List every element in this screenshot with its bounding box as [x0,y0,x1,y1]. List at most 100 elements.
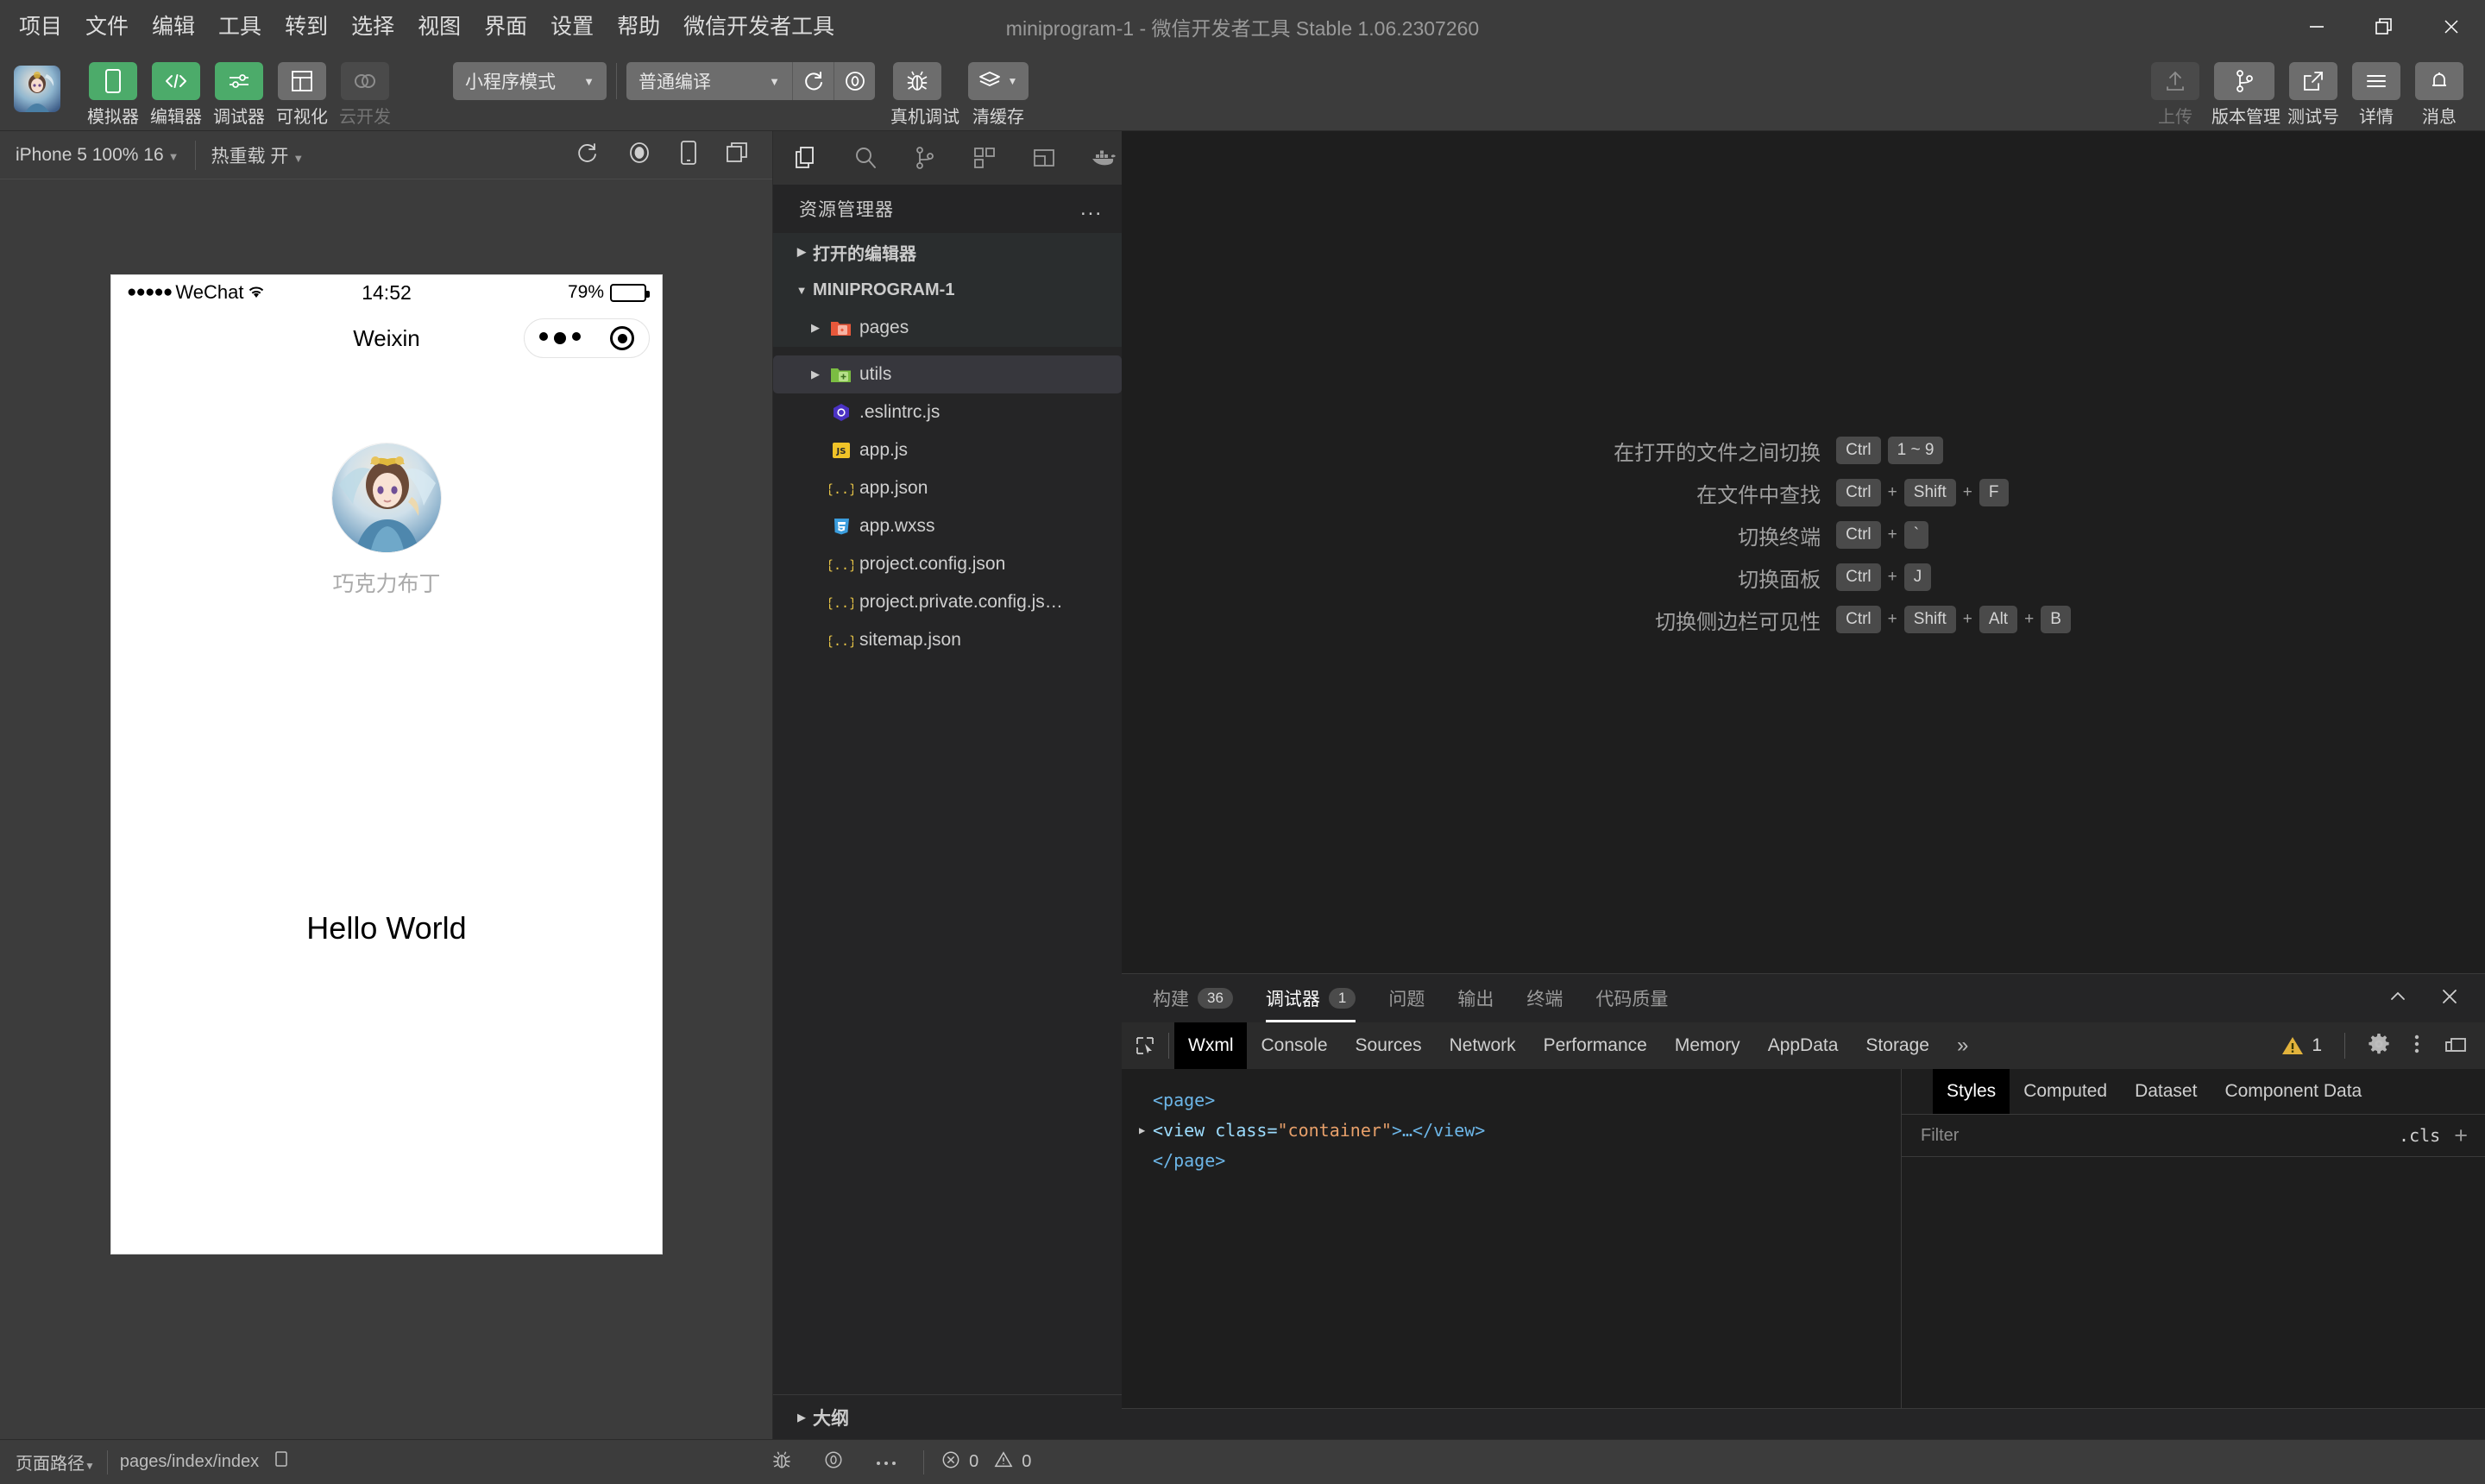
source-control-icon[interactable] [906,138,943,178]
devtools-tab-performance[interactable]: Performance [1530,1022,1661,1069]
target-icon[interactable] [610,326,634,350]
toolbar-realdevice-button[interactable]: 真机调试 [890,53,959,128]
styles-tab-computed[interactable]: Computed [2010,1069,2121,1114]
extensions-icon[interactable] [966,138,1003,178]
tree-item-pages[interactable]: ▶ pages [773,309,1122,347]
menu-item-devtools[interactable]: 微信开发者工具 [683,16,834,38]
more-dots-icon[interactable] [539,332,581,344]
device-select[interactable]: iPhone 5 100% 16 ▼ [0,145,195,166]
styles-tab-component-data[interactable]: Component Data [2211,1069,2375,1114]
toolbar-clearcache-button[interactable]: ▼ 清缓存 [966,53,1031,128]
menu-item-help[interactable]: 帮助 [617,16,660,38]
toolbar-testaccount-button[interactable]: 测试号 [2287,53,2340,128]
tab-terminal[interactable]: 终端 [1526,974,1563,1022]
dock-icon[interactable] [2444,1033,2468,1060]
tree-item-project-private-config[interactable]: {..} project.private.config.js… [773,583,1122,621]
close-button[interactable] [2418,0,2485,53]
tree-item-app-wxss[interactable]: app.wxss [773,507,1122,545]
toolbar-version-button[interactable]: 版本管理 [2211,53,2281,128]
search-icon[interactable] [846,138,884,178]
phone-capsule[interactable] [524,318,650,358]
rotate-icon[interactable] [576,141,600,169]
compile-select[interactable]: 普通编译 ▼ [626,62,792,100]
menu-item-tools[interactable]: 工具 [218,16,261,38]
split-icon[interactable] [726,141,750,169]
phone-user-avatar[interactable] [331,443,442,553]
toolbar-details-button[interactable]: 详情 [2350,53,2403,128]
menu-item-file[interactable]: 文件 [85,16,129,38]
kebab-menu-icon[interactable] [2413,1033,2421,1060]
toolbar-cloud-button[interactable]: 云开发 [338,53,392,128]
menu-item-interface[interactable]: 界面 [484,16,527,38]
chevron-up-icon[interactable] [2387,985,2409,1012]
chevron-right-icon[interactable]: ▶ [1139,1124,1153,1136]
toolbar-simulator-button[interactable]: 模拟器 [86,53,140,128]
compile-button[interactable] [792,62,834,100]
menu-item-project[interactable]: 项目 [19,16,62,38]
devtools-tab-memory[interactable]: Memory [1661,1022,1754,1069]
files-icon[interactable] [787,138,824,178]
menu-item-goto[interactable]: 转到 [285,16,328,38]
toolbar-message-button[interactable]: 消息 [2413,53,2466,128]
warning-indicator[interactable]: 1 [2281,1035,2322,1056]
bug-icon[interactable] [771,1449,792,1476]
status-diagnostics[interactable]: 0 0 [923,1449,1031,1475]
more-icon[interactable] [875,1452,897,1472]
minimize-button[interactable] [2283,0,2350,53]
tab-code-quality[interactable]: 代码质量 [1595,974,1668,1022]
debugger-header-controls [2387,985,2485,1012]
restore-button[interactable] [2350,0,2418,53]
toolbar-debugger-button[interactable]: 调试器 [212,53,266,128]
tab-output[interactable]: 输出 [1457,974,1494,1022]
tree-item-eslintrc[interactable]: .eslintrc.js [773,393,1122,431]
device-icon[interactable] [679,140,698,170]
styles-filter-input[interactable] [1902,1125,2386,1146]
menu-item-settings[interactable]: 设置 [550,16,594,38]
user-avatar[interactable] [14,66,60,112]
devtools-tab-appdata[interactable]: AppData [1754,1022,1853,1069]
add-style-rule-button[interactable]: + [2454,1123,2485,1148]
devtools-tab-sources[interactable]: Sources [1342,1022,1436,1069]
tree-item-sitemap[interactable]: {..} sitemap.json [773,621,1122,659]
page-path-select[interactable]: 页面路径▼ [16,1449,95,1475]
record-icon[interactable] [627,141,651,169]
styles-tab-dataset[interactable]: Dataset [2121,1069,2211,1114]
tree-section-open-editors[interactable]: ▶ 打开的编辑器 [773,233,1122,271]
outline-section[interactable]: ▶ 大纲 [773,1394,1122,1439]
devtools-tab-overflow[interactable]: » [1943,1022,1982,1069]
element-picker-icon[interactable] [1122,1034,1168,1057]
toolbar-upload-button[interactable]: 上传 [2148,53,2202,128]
tab-problems[interactable]: 问题 [1388,974,1425,1022]
tab-debugger[interactable]: 调试器 1 [1265,974,1356,1022]
hotreload-select[interactable]: 热重载 开 ▼ [196,142,320,168]
devtools-tab-storage[interactable]: Storage [1852,1022,1943,1069]
docker-icon[interactable] [1085,138,1122,178]
menu-item-select[interactable]: 选择 [351,16,394,38]
wxml-line[interactable]: ▶ <view class= "container" >…</view> [1139,1115,1901,1145]
tree-item-project-config[interactable]: {..} project.config.json [773,545,1122,583]
devtools-tab-console[interactable]: Console [1247,1022,1341,1069]
preview-icon[interactable] [823,1449,844,1475]
preview-button[interactable] [834,62,875,100]
debug-panel-icon[interactable] [1025,138,1062,178]
styles-tab-styles[interactable]: Styles [1933,1069,2010,1114]
devtools-tab-wxml[interactable]: Wxml [1174,1022,1248,1069]
menu-item-view[interactable]: 视图 [418,16,461,38]
tree-item-app-json[interactable]: {..} app.json [773,469,1122,507]
gear-icon[interactable] [2368,1033,2390,1060]
close-icon[interactable] [2438,985,2461,1012]
wxml-tree[interactable]: <page> ▶ <view class= "container" >…</view>… [1122,1069,1902,1408]
tab-build[interactable]: 构建 36 [1153,974,1233,1022]
cls-toggle-button[interactable]: .cls [2385,1125,2454,1146]
tree-section-project[interactable]: ▼ MINIPROGRAM-1 [773,271,1122,309]
explorer-more-button[interactable]: ... [1080,198,1103,219]
explorer-panel: 资源管理器 ... ▶ 打开的编辑器 ▼ MINIPROGRAM-1 ▶ pag… [773,131,1122,1439]
menu-item-edit[interactable]: 编辑 [152,16,195,38]
copy-icon[interactable] [271,1450,288,1475]
mode-select[interactable]: 小程序模式 ▼ [453,62,607,100]
tree-item-app-js[interactable]: JS app.js [773,431,1122,469]
toolbar-visual-button[interactable]: 可视化 [275,53,329,128]
devtools-tab-network[interactable]: Network [1436,1022,1530,1069]
tree-item-utils[interactable]: ▶ utils [773,355,1122,393]
toolbar-editor-button[interactable]: 编辑器 [149,53,203,128]
